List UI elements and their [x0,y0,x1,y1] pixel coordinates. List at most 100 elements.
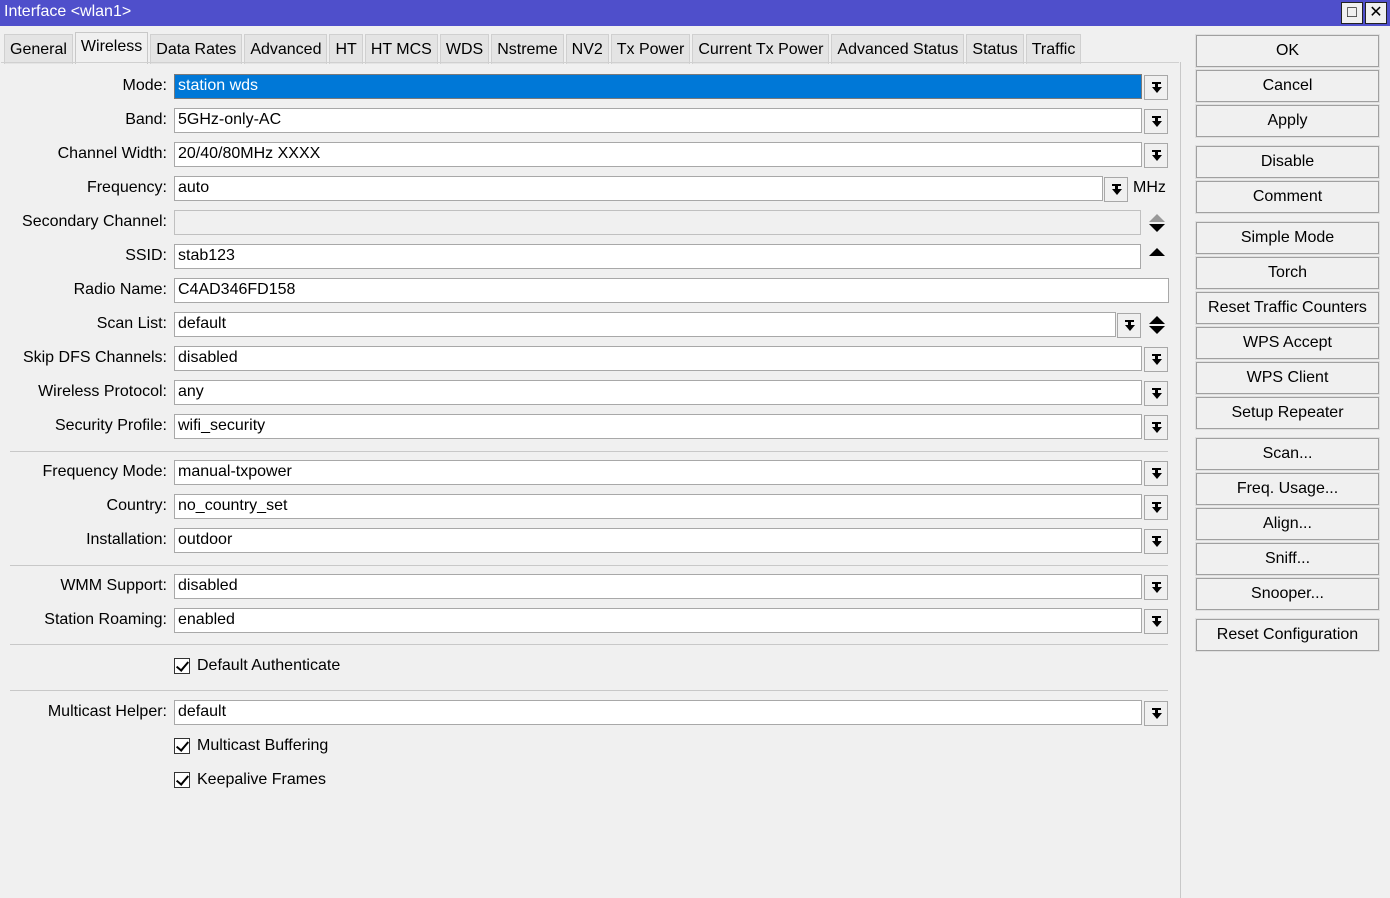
checkbox-checked-icon[interactable] [174,738,190,754]
channel_width-field[interactable]: 20/40/80MHz XXXX [174,142,1142,167]
wps-accept-button[interactable]: WPS Accept [1195,326,1380,360]
band-field[interactable]: 5GHz-only-AC [174,108,1142,133]
ssid-updown-icon[interactable] [1148,247,1166,267]
tab-bar: General Wireless Data Rates Advanced HT HT MC… [4,32,1083,64]
multicast_helper-dropdown-button[interactable] [1144,701,1168,726]
wmm_support-field[interactable]: disabled [174,574,1142,599]
up-arrow-icon[interactable] [1149,248,1165,256]
up-arrow-icon[interactable] [1149,316,1165,324]
down-arrow-icon[interactable] [1149,224,1165,232]
tab-advanced[interactable]: Advanced [244,34,328,64]
ssid-field[interactable]: stab123 [174,244,1141,269]
tab-nv2[interactable]: NV2 [565,34,609,64]
dropdown-arrow-icon [1155,152,1158,156]
wireless_protocol-dropdown-button[interactable] [1144,381,1168,406]
scan-button[interactable]: Scan... [1195,437,1380,471]
dropdown-arrow-icon [1155,470,1158,474]
tab-wireless[interactable]: Wireless [74,32,149,64]
skip_dfs-field[interactable]: disabled [174,346,1142,371]
frequency-field[interactable]: auto [174,176,1103,201]
tab-tx-power[interactable]: Tx Power [610,34,691,64]
setup-repeater-button[interactable]: Setup Repeater [1195,396,1380,430]
freq-usage-button[interactable]: Freq. Usage... [1195,472,1380,506]
up-arrow-icon[interactable] [1149,214,1165,222]
band-label: Band: [125,111,167,128]
wps-client-button[interactable]: WPS Client [1195,361,1380,395]
cancel-button[interactable]: Cancel [1195,69,1380,103]
section-divider [10,451,1168,452]
frequency_mode-dropdown-button[interactable] [1144,461,1168,486]
channel_width-label: Channel Width: [57,145,167,162]
tab-panel-border [1,62,1179,63]
down-arrow-icon[interactable] [1149,326,1165,334]
band-dropdown-button[interactable] [1144,109,1168,134]
simple-mode-button[interactable]: Simple Mode [1195,221,1380,255]
country-label: Country: [106,497,167,514]
mode-dropdown-button[interactable] [1144,75,1168,100]
wmm_support-label: WMM Support: [60,577,167,594]
apply-button[interactable]: Apply [1195,104,1380,138]
sniff-button[interactable]: Sniff... [1195,542,1380,576]
default_authenticate-checkbox[interactable]: Default Authenticate [174,657,340,675]
maximize-button[interactable]: □ [1341,2,1363,24]
checkbox-checked-icon[interactable] [174,772,190,788]
close-button[interactable]: ✕ [1365,2,1387,24]
multicast_buffering-checkbox[interactable]: Multicast Buffering [174,737,328,755]
secondary_channel-field[interactable] [174,210,1141,235]
disable-button[interactable]: Disable [1195,145,1380,179]
installation-dropdown-button[interactable] [1144,529,1168,554]
tab-general[interactable]: General [4,34,73,64]
multicast_helper-label: Multicast Helper: [47,703,167,720]
dropdown-arrow-icon [1155,504,1158,508]
close-icon: ✕ [1369,4,1383,21]
scan_list-field[interactable]: default [174,312,1116,337]
keepalive_frames-checkbox[interactable]: Keepalive Frames [174,771,326,789]
radio_name-field[interactable]: C4AD346FD158 [174,278,1169,303]
tab-current-tx-power[interactable]: Current Tx Power [692,34,830,64]
multicast_buffering-label: Multicast Buffering [197,737,329,754]
wmm_support-dropdown-button[interactable] [1144,575,1168,600]
dropdown-arrow-icon [1155,538,1158,542]
frequency_mode-label: Frequency Mode: [42,463,167,480]
station_roaming-field[interactable]: enabled [174,608,1142,633]
maximize-icon: □ [1347,4,1357,21]
security_profile-dropdown-button[interactable] [1144,415,1168,440]
security_profile-field[interactable]: wifi_security [174,414,1142,439]
tab-advanced-status[interactable]: Advanced Status [831,34,965,64]
reset-configuration-button[interactable]: Reset Configuration [1195,618,1380,652]
tab-data-rates[interactable]: Data Rates [150,34,243,64]
installation-field[interactable]: outdoor [174,528,1142,553]
frequency-unit: MHz [1133,179,1166,196]
installation-label: Installation: [86,531,167,548]
dropdown-arrow-icon [1155,390,1158,394]
align-button[interactable]: Align... [1195,507,1380,541]
tab-wds[interactable]: WDS [439,34,490,64]
channel_width-dropdown-button[interactable] [1144,143,1168,168]
multicast_helper-field[interactable]: default [174,700,1142,725]
frequency-dropdown-button[interactable] [1104,177,1128,202]
torch-button[interactable]: Torch [1195,256,1380,290]
ok-button[interactable]: OK [1195,34,1380,68]
tab-nstreme[interactable]: Nstreme [491,34,564,64]
station_roaming-label: Station Roaming: [44,611,167,628]
tab-traffic[interactable]: Traffic [1025,34,1082,64]
station_roaming-dropdown-button[interactable] [1144,609,1168,634]
tab-ht-mcs[interactable]: HT MCS [364,34,438,64]
scan_list-dropdown-button[interactable] [1117,313,1141,338]
comment-button[interactable]: Comment [1195,180,1380,214]
country-field[interactable]: no_country_set [174,494,1142,519]
snooper-button[interactable]: Snooper... [1195,577,1380,611]
tab-ht[interactable]: HT [329,34,363,64]
wireless_protocol-field[interactable]: any [174,380,1142,405]
tab-status[interactable]: Status [966,34,1024,64]
scan_list-updown-icon[interactable] [1148,315,1166,335]
secondary_channel-updown-icon[interactable] [1148,213,1166,233]
mode-field[interactable]: station wds [174,74,1142,99]
checkbox-checked-icon[interactable] [174,658,190,674]
reset-traffic-counters-button[interactable]: Reset Traffic Counters [1195,291,1380,325]
frequency_mode-field[interactable]: manual-txpower [174,460,1142,485]
skip_dfs-dropdown-button[interactable] [1144,347,1168,372]
default_authenticate-label: Default Authenticate [197,657,341,674]
country-dropdown-button[interactable] [1144,495,1168,520]
dropdown-arrow-icon [1155,618,1158,622]
